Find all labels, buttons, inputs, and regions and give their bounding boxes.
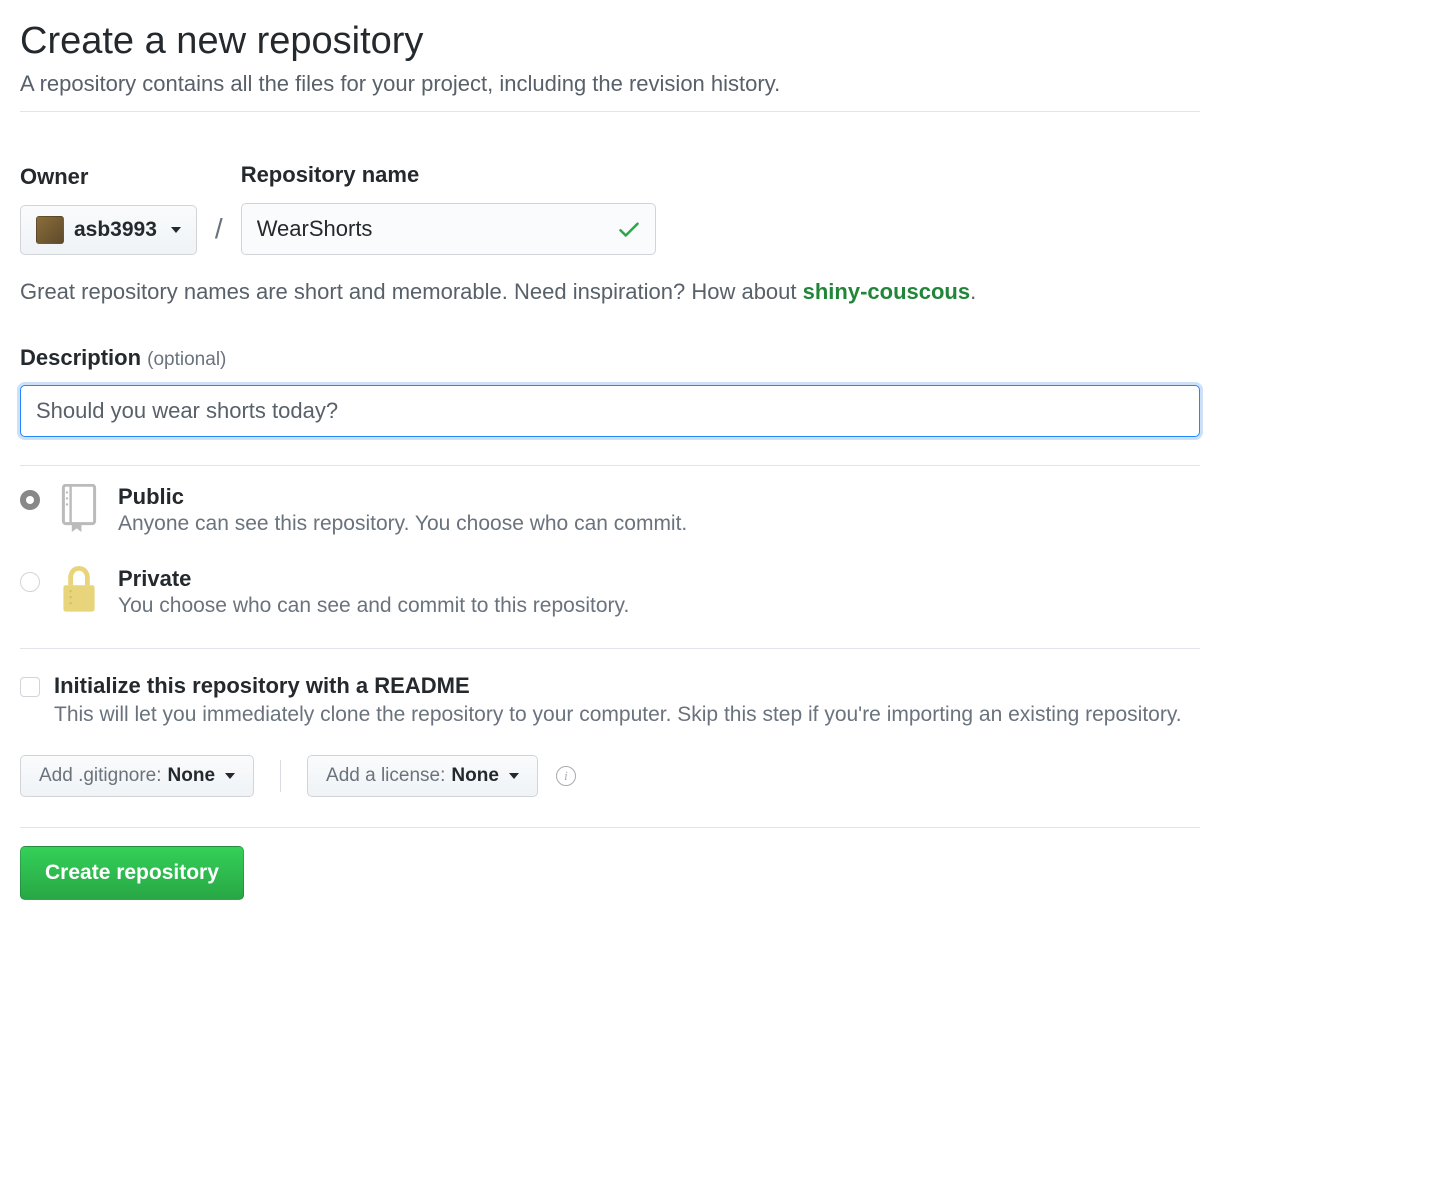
owner-username: asb3993 (74, 218, 157, 242)
owner-label: Owner (20, 164, 197, 190)
readme-checkbox[interactable] (20, 677, 40, 697)
info-icon[interactable]: i (556, 766, 576, 786)
divider (20, 648, 1200, 649)
readme-title: Initialize this repository with a README (54, 673, 1200, 699)
divider (20, 465, 1200, 466)
description-input[interactable] (20, 385, 1200, 437)
caret-down-icon (171, 227, 181, 233)
slash-separator: / (207, 213, 231, 255)
description-label: Description (optional) (20, 345, 1200, 371)
readme-desc: This will let you immediately clone the … (54, 703, 1200, 727)
repo-name-label: Repository name (241, 162, 656, 188)
suggestion-link[interactable]: shiny-couscous (803, 279, 970, 304)
divider (20, 111, 1200, 112)
page-title: Create a new repository (20, 20, 1200, 63)
avatar (36, 216, 64, 244)
private-desc: You choose who can see and commit to thi… (118, 594, 1200, 618)
repo-name-input[interactable] (241, 203, 656, 255)
caret-down-icon (225, 773, 235, 779)
vertical-divider (280, 760, 281, 792)
visibility-public-option[interactable]: Public Anyone can see this repository. Y… (20, 484, 1200, 536)
check-icon (616, 216, 642, 242)
create-repository-button[interactable]: Create repository (20, 846, 244, 900)
gitignore-select[interactable]: Add .gitignore: None (20, 755, 254, 797)
divider (20, 827, 1200, 828)
license-select[interactable]: Add a license: None (307, 755, 538, 797)
public-desc: Anyone can see this repository. You choo… (118, 512, 1200, 536)
name-hint: Great repository names are short and mem… (20, 279, 1200, 305)
caret-down-icon (509, 773, 519, 779)
page-subtitle: A repository contains all the files for … (20, 71, 1200, 97)
private-radio[interactable] (20, 572, 40, 592)
lock-icon (58, 566, 100, 614)
private-title: Private (118, 566, 1200, 592)
public-title: Public (118, 484, 1200, 510)
repo-icon (58, 484, 100, 532)
public-radio[interactable] (20, 490, 40, 510)
owner-select-button[interactable]: asb3993 (20, 205, 197, 255)
visibility-private-option[interactable]: Private You choose who can see and commi… (20, 566, 1200, 618)
